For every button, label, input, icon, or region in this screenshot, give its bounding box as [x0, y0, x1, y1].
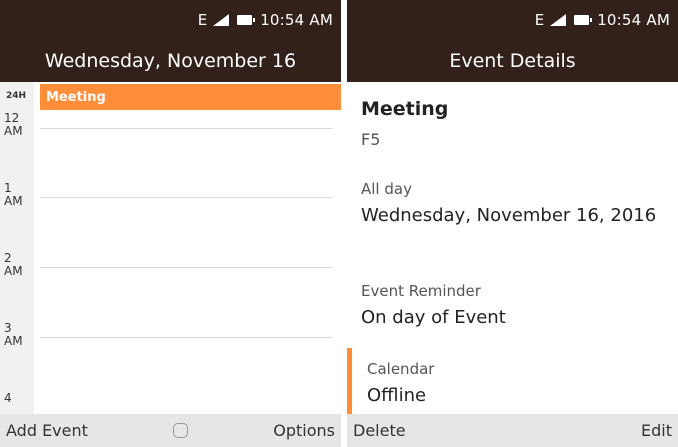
hour-line — [40, 197, 333, 198]
calendar-value[interactable]: Offline — [367, 384, 668, 408]
hour-label-4am: 4 — [4, 392, 32, 405]
hour-label-2am-text: 2 AM — [4, 251, 23, 278]
signal-icon — [213, 14, 230, 26]
page-title: Wednesday, November 16 — [0, 40, 341, 82]
reminder-value: On day of Event — [361, 307, 506, 328]
hour-label-12am-text: 12 AM — [4, 111, 23, 138]
reminder-label: Event Reminder — [361, 282, 481, 300]
focus-indicator — [347, 348, 352, 414]
hour-label-4am-text: 4 — [4, 391, 12, 405]
network-type: E — [534, 11, 545, 29]
event-title: Meeting — [361, 98, 449, 120]
event-details: Meeting F5 All day Wednesday, November 1… — [347, 82, 678, 414]
status-time: 10:54 AM — [260, 11, 333, 29]
add-event-button[interactable]: Add Event — [6, 421, 88, 440]
options-button[interactable]: Options — [273, 421, 335, 440]
signal-icon — [550, 14, 567, 26]
hour-label-1am: 1 AM — [4, 182, 32, 208]
event-details-screen: E 10:54 AM Event Details Meeting F5 All … — [347, 0, 678, 447]
page-title-text: Event Details — [449, 50, 576, 72]
hour-line — [40, 267, 333, 268]
center-key-icon[interactable] — [173, 423, 189, 438]
status-time: 10:54 AM — [597, 11, 670, 29]
battery-icon — [237, 15, 256, 25]
battery-icon — [574, 15, 593, 25]
page-title: Event Details — [347, 40, 678, 82]
hour-line — [40, 337, 333, 338]
hour-label-3am-text: 3 AM — [4, 321, 23, 348]
label-24h: 24H — [6, 91, 27, 101]
hour-label-1am-text: 1 AM — [4, 181, 23, 208]
day-view[interactable]: 24H Meeting 12 AM 1 AM 2 AM 3 AM 4 — [0, 82, 341, 414]
hour-label-3am: 3 AM — [4, 322, 32, 348]
event-date: Wednesday, November 16, 2016 — [361, 205, 657, 226]
event-location: F5 — [361, 130, 381, 149]
calendar-day-screen: E 10:54 AM Wednesday, November 16 24H Me… — [0, 0, 341, 447]
status-bar: E 10:54 AM — [347, 0, 678, 40]
hour-label-2am: 2 AM — [4, 252, 32, 278]
page-title-text: Wednesday, November 16 — [44, 50, 297, 72]
allday-label: All day — [361, 180, 412, 198]
delete-button[interactable]: Delete — [353, 421, 406, 440]
edit-button[interactable]: Edit — [641, 421, 672, 440]
event-meeting[interactable]: Meeting — [40, 84, 341, 110]
softkey-bar: Delete Edit — [347, 414, 678, 447]
hour-line — [40, 128, 333, 129]
event-meeting-label: Meeting — [46, 89, 106, 105]
softkey-bar: Add Event Options — [0, 414, 341, 447]
status-bar: E 10:54 AM — [0, 0, 341, 40]
network-type: E — [197, 11, 208, 29]
calendar-label: Calendar — [367, 360, 435, 378]
hour-label-12am: 12 AM — [4, 112, 32, 138]
